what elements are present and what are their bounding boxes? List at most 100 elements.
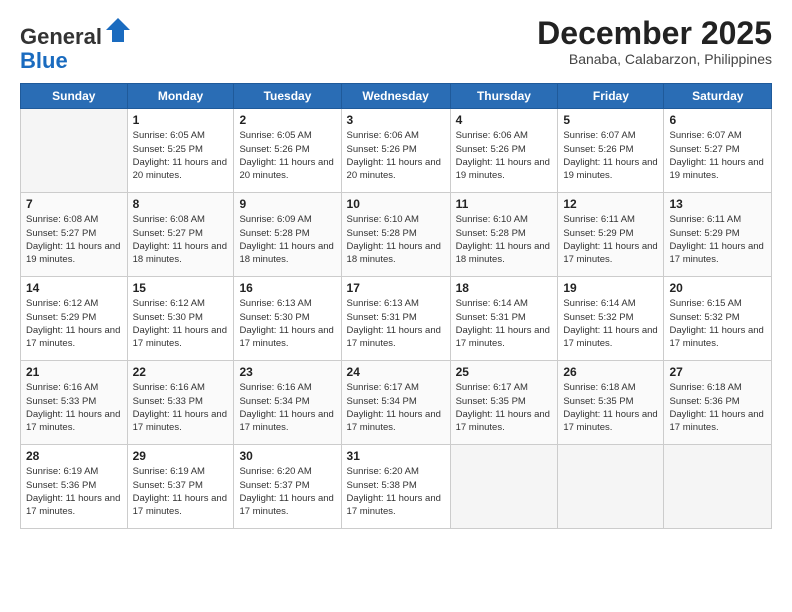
day-number: 22 [133,365,229,379]
calendar-cell: 18 Sunrise: 6:14 AMSunset: 5:31 PMDayligh… [450,277,558,361]
day-info: Sunrise: 6:08 AMSunset: 5:27 PMDaylight:… [26,213,122,266]
calendar-cell: 14 Sunrise: 6:12 AMSunset: 5:29 PMDayligh… [21,277,128,361]
calendar-cell: 22Sunrise: 6:16 AMSunset: 5:33 PMDayligh… [127,361,234,445]
day-number: 2 [239,113,335,127]
calendar-week-1: 7Sunrise: 6:08 AMSunset: 5:27 PMDaylight… [21,193,772,277]
day-number: 25 [456,365,553,379]
calendar-cell: 17 Sunrise: 6:13 AMSunset: 5:31 PMDayligh… [341,277,450,361]
day-number: 31 [347,449,445,463]
day-number: 17 [347,281,445,295]
day-number: 21 [26,365,122,379]
calendar-cell: 15Sunrise: 6:12 AMSunset: 5:30 PMDayligh… [127,277,234,361]
day-info: Sunrise: 6:08 AMSunset: 5:27 PMDaylight:… [133,213,229,266]
page: General Blue December 2025 Banaba, Calab… [0,0,792,612]
calendar-cell: 27 Sunrise: 6:18 AMSunset: 5:36 PMDayligh… [664,361,772,445]
calendar-cell: 10 Sunrise: 6:10 AMSunset: 5:28 PMDayligh… [341,193,450,277]
day-info: Sunrise: 6:09 AMSunset: 5:28 PMDaylight:… [239,213,335,266]
day-number: 4 [456,113,553,127]
day-number: 10 [347,197,445,211]
calendar-cell: 24 Sunrise: 6:17 AMSunset: 5:34 PMDayligh… [341,361,450,445]
logo-blue-text: Blue [20,48,68,73]
calendar-dow-monday: Monday [127,84,234,109]
day-info: Sunrise: 6:18 AMSunset: 5:35 PMDaylight:… [563,381,658,434]
day-number: 11 [456,197,553,211]
logo-general-text: General [20,24,102,49]
calendar-cell: 8 Sunrise: 6:08 AMSunset: 5:27 PMDaylight… [127,193,234,277]
day-number: 19 [563,281,658,295]
logo-icon [104,16,132,44]
calendar-cell: 3 Sunrise: 6:06 AMSunset: 5:26 PMDaylight… [341,109,450,193]
location: Banaba, Calabarzon, Philippines [537,51,772,67]
day-number: 6 [669,113,766,127]
day-info: Sunrise: 6:05 AMSunset: 5:25 PMDaylight:… [133,129,229,182]
day-info: Sunrise: 6:14 AMSunset: 5:31 PMDaylight:… [456,297,553,350]
day-info: Sunrise: 6:06 AMSunset: 5:26 PMDaylight:… [347,129,445,182]
day-number: 13 [669,197,766,211]
day-info: Sunrise: 6:10 AMSunset: 5:28 PMDaylight:… [456,213,553,266]
calendar-cell: 13Sunrise: 6:11 AMSunset: 5:29 PMDayligh… [664,193,772,277]
day-number: 23 [239,365,335,379]
day-number: 18 [456,281,553,295]
day-number: 8 [133,197,229,211]
day-info: Sunrise: 6:18 AMSunset: 5:36 PMDaylight:… [669,381,766,434]
calendar-dow-thursday: Thursday [450,84,558,109]
calendar-dow-saturday: Saturday [664,84,772,109]
calendar-cell: 12Sunrise: 6:11 AMSunset: 5:29 PMDayligh… [558,193,664,277]
title-block: December 2025 Banaba, Calabarzon, Philip… [537,16,772,67]
calendar-cell: 9 Sunrise: 6:09 AMSunset: 5:28 PMDaylight… [234,193,341,277]
day-number: 14 [26,281,122,295]
month-title: December 2025 [537,16,772,51]
calendar-header-row: SundayMondayTuesdayWednesdayThursdayFrid… [21,84,772,109]
calendar-cell: 6 Sunrise: 6:07 AMSunset: 5:27 PMDaylight… [664,109,772,193]
day-info: Sunrise: 6:14 AMSunset: 5:32 PMDaylight:… [563,297,658,350]
day-number: 16 [239,281,335,295]
calendar-cell: 30 Sunrise: 6:20 AMSunset: 5:37 PMDayligh… [234,445,341,529]
day-info: Sunrise: 6:20 AMSunset: 5:37 PMDaylight:… [239,465,335,518]
logo: General Blue [20,16,132,73]
day-number: 28 [26,449,122,463]
day-info: Sunrise: 6:17 AMSunset: 5:34 PMDaylight:… [347,381,445,434]
calendar-dow-friday: Friday [558,84,664,109]
calendar-week-4: 28Sunrise: 6:19 AMSunset: 5:36 PMDayligh… [21,445,772,529]
calendar-dow-tuesday: Tuesday [234,84,341,109]
day-info: Sunrise: 6:20 AMSunset: 5:38 PMDaylight:… [347,465,445,518]
day-number: 26 [563,365,658,379]
calendar-week-0: 1Sunrise: 6:05 AMSunset: 5:25 PMDaylight… [21,109,772,193]
day-info: Sunrise: 6:13 AMSunset: 5:30 PMDaylight:… [239,297,335,350]
day-info: Sunrise: 6:12 AMSunset: 5:29 PMDaylight:… [26,297,122,350]
calendar-cell: 11 Sunrise: 6:10 AMSunset: 5:28 PMDayligh… [450,193,558,277]
day-info: Sunrise: 6:13 AMSunset: 5:31 PMDaylight:… [347,297,445,350]
day-info: Sunrise: 6:15 AMSunset: 5:32 PMDaylight:… [669,297,766,350]
day-number: 3 [347,113,445,127]
calendar-cell: 29Sunrise: 6:19 AMSunset: 5:37 PMDayligh… [127,445,234,529]
calendar-cell [21,109,128,193]
calendar-cell [558,445,664,529]
day-info: Sunrise: 6:16 AMSunset: 5:34 PMDaylight:… [239,381,335,434]
calendar: SundayMondayTuesdayWednesdayThursdayFrid… [20,83,772,529]
day-number: 9 [239,197,335,211]
day-number: 24 [347,365,445,379]
calendar-cell: 26 Sunrise: 6:18 AMSunset: 5:35 PMDayligh… [558,361,664,445]
calendar-cell: 31 Sunrise: 6:20 AMSunset: 5:38 PMDayligh… [341,445,450,529]
calendar-cell: 2 Sunrise: 6:05 AMSunset: 5:26 PMDaylight… [234,109,341,193]
day-info: Sunrise: 6:10 AMSunset: 5:28 PMDaylight:… [347,213,445,266]
calendar-dow-wednesday: Wednesday [341,84,450,109]
day-number: 30 [239,449,335,463]
calendar-cell: 28Sunrise: 6:19 AMSunset: 5:36 PMDayligh… [21,445,128,529]
day-number: 15 [133,281,229,295]
calendar-cell: 20Sunrise: 6:15 AMSunset: 5:32 PMDayligh… [664,277,772,361]
day-info: Sunrise: 6:11 AMSunset: 5:29 PMDaylight:… [563,213,658,266]
calendar-cell: 1Sunrise: 6:05 AMSunset: 5:25 PMDaylight… [127,109,234,193]
calendar-cell: 19 Sunrise: 6:14 AMSunset: 5:32 PMDayligh… [558,277,664,361]
calendar-week-3: 21 Sunrise: 6:16 AMSunset: 5:33 PMDayligh… [21,361,772,445]
calendar-week-2: 14 Sunrise: 6:12 AMSunset: 5:29 PMDayligh… [21,277,772,361]
calendar-cell [450,445,558,529]
day-number: 27 [669,365,766,379]
day-info: Sunrise: 6:06 AMSunset: 5:26 PMDaylight:… [456,129,553,182]
day-info: Sunrise: 6:07 AMSunset: 5:26 PMDaylight:… [563,129,658,182]
day-number: 5 [563,113,658,127]
calendar-cell: 25Sunrise: 6:17 AMSunset: 5:35 PMDayligh… [450,361,558,445]
day-info: Sunrise: 6:07 AMSunset: 5:27 PMDaylight:… [669,129,766,182]
day-info: Sunrise: 6:05 AMSunset: 5:26 PMDaylight:… [239,129,335,182]
day-info: Sunrise: 6:16 AMSunset: 5:33 PMDaylight:… [26,381,122,434]
